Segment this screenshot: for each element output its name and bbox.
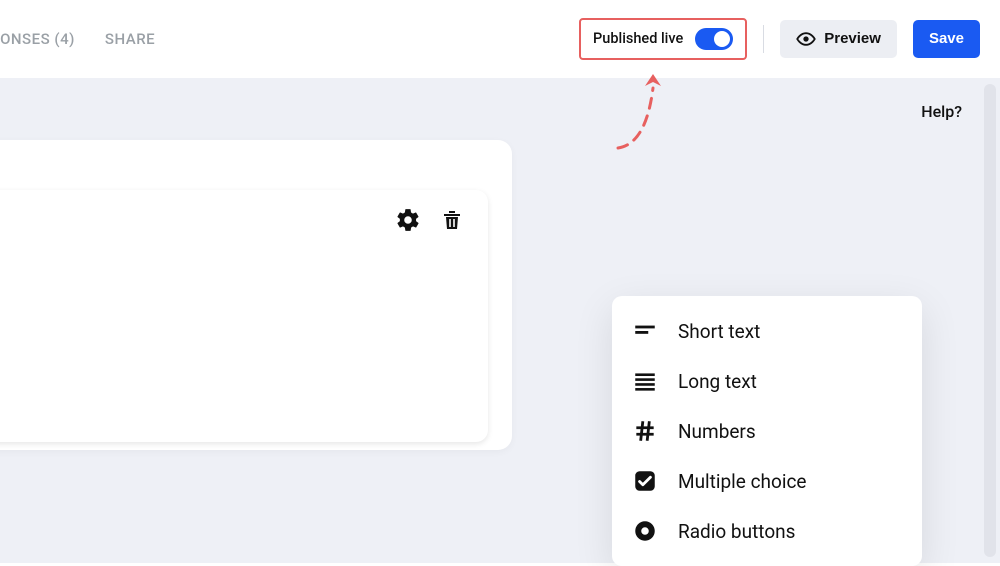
tab-responses[interactable]: PONSES (4) [0, 30, 75, 48]
type-item-label: Radio buttons [678, 520, 795, 543]
trash-icon [440, 207, 464, 237]
form-field-card[interactable] [0, 190, 488, 442]
preview-button-label: Preview [824, 30, 881, 47]
radio-icon [632, 518, 658, 544]
publish-label: Published live [593, 30, 683, 47]
divider [763, 25, 764, 53]
save-button-label: Save [929, 30, 964, 47]
help-link[interactable]: Help? [921, 102, 962, 121]
field-type-menu: Short text Long text [612, 296, 922, 566]
scrollbar[interactable] [984, 84, 996, 557]
type-item-numbers[interactable]: Numbers [612, 406, 922, 456]
preview-button[interactable]: Preview [780, 20, 897, 58]
type-item-long-text[interactable]: Long text [612, 356, 922, 406]
type-item-multiple-choice[interactable]: Multiple choice [612, 456, 922, 506]
save-button[interactable]: Save [913, 20, 980, 58]
topbar-tabs: PONSES (4) SHARE [0, 30, 155, 48]
field-settings-button[interactable] [394, 208, 422, 236]
eye-icon [796, 29, 816, 49]
publish-toggle[interactable] [695, 28, 733, 50]
field-delete-button[interactable] [438, 208, 466, 236]
type-item-label: Numbers [678, 420, 756, 443]
type-item-label: Multiple choice [678, 470, 806, 493]
gear-icon [395, 207, 421, 237]
type-item-label: Long text [678, 370, 757, 393]
hash-icon [632, 418, 658, 444]
type-item-short-text[interactable]: Short text [612, 306, 922, 356]
form-card [0, 140, 512, 450]
type-item-radio-buttons[interactable]: Radio buttons [612, 506, 922, 556]
publish-status-box: Published live [579, 18, 747, 60]
tab-share[interactable]: SHARE [105, 30, 155, 48]
workspace: Help? [0, 78, 1000, 563]
topbar-actions: Published live Preview Save [579, 18, 980, 60]
type-item-label: Short text [678, 320, 760, 343]
topbar: PONSES (4) SHARE Published live Preview … [0, 0, 1000, 78]
field-actions [394, 208, 466, 236]
arrow-annotation-icon [598, 68, 688, 168]
checkbox-icon [632, 468, 658, 494]
short-text-icon [632, 318, 658, 344]
long-text-icon [632, 368, 658, 394]
